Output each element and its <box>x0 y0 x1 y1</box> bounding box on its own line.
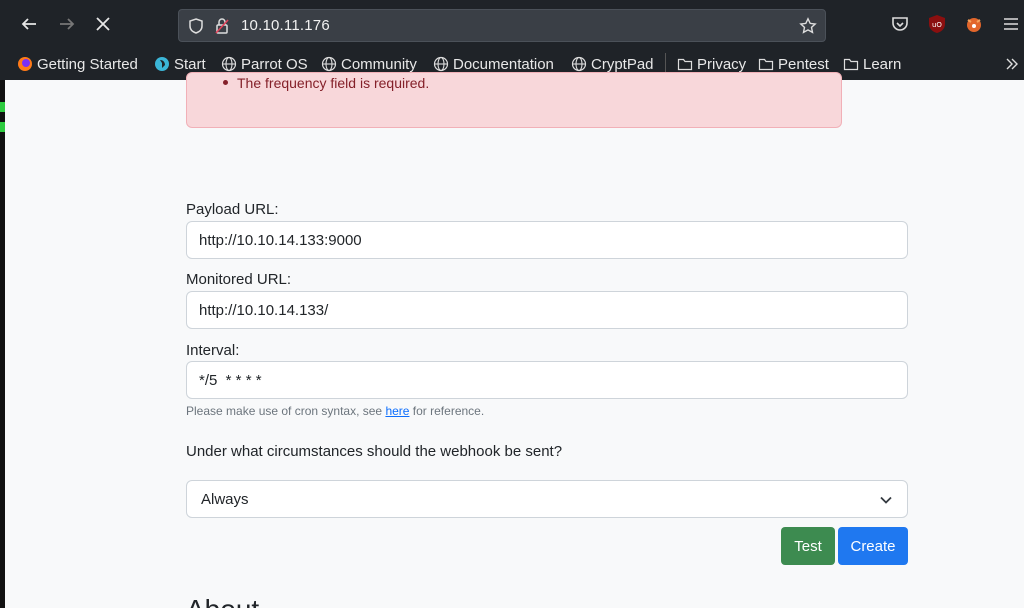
test-button[interactable]: Test <box>781 527 835 565</box>
foxyproxy-icon[interactable] <box>964 14 984 34</box>
forward-button[interactable] <box>55 12 79 36</box>
error-alert: The frequency field is required. <box>186 72 842 128</box>
url-text: 10.10.11.176 <box>241 17 330 34</box>
shield-icon <box>189 18 203 34</box>
stop-button[interactable] <box>91 12 115 36</box>
monitored-url-input[interactable] <box>186 291 908 329</box>
ublock-icon[interactable]: uO <box>927 14 947 34</box>
browser-toolbar: 10.10.11.176 uO <box>0 0 1024 48</box>
folder-icon <box>758 58 774 71</box>
terminal-edge <box>0 80 5 608</box>
bookmark-start[interactable]: Start <box>154 54 206 74</box>
bookmark-folder-privacy[interactable]: Privacy <box>677 54 746 74</box>
condition-select[interactable]: Always <box>186 480 908 518</box>
back-button[interactable] <box>17 12 41 36</box>
close-icon <box>96 17 110 31</box>
interval-help-text: Please make use of cron syntax, see here… <box>186 404 485 418</box>
folder-icon <box>843 58 859 71</box>
folder-icon <box>677 58 693 71</box>
star-icon[interactable] <box>799 17 817 35</box>
arrow-right-icon <box>60 18 75 30</box>
lock-warning-icon <box>215 18 229 34</box>
bookmark-community[interactable]: Community <box>321 54 417 74</box>
bookmark-getting-started[interactable]: Getting Started <box>17 54 138 74</box>
svg-text:uO: uO <box>932 21 942 29</box>
error-message: The frequency field is required. <box>222 75 430 91</box>
interval-input[interactable] <box>186 361 908 399</box>
payload-url-input[interactable] <box>186 221 908 259</box>
condition-label: Under what circumstances should the webh… <box>186 443 563 460</box>
monitored-url-label: Monitored URL: <box>186 271 292 288</box>
interval-label: Interval: <box>186 342 240 359</box>
pocket-icon[interactable] <box>890 14 910 34</box>
globe-icon <box>571 56 587 72</box>
create-button[interactable]: Create <box>838 527 908 565</box>
chevron-down-icon <box>880 496 892 504</box>
arrow-left-icon <box>21 18 36 30</box>
globe-icon <box>433 56 449 72</box>
chevron-double-right-icon[interactable] <box>1004 56 1020 72</box>
payload-url-label: Payload URL: <box>186 201 279 218</box>
menu-icon[interactable] <box>1001 14 1021 34</box>
address-bar[interactable]: 10.10.11.176 <box>178 9 826 42</box>
bookmark-folder-pentest[interactable]: Pentest <box>758 54 829 74</box>
firefox-icon <box>18 57 32 71</box>
globe-icon <box>321 56 337 72</box>
bookmark-documentation[interactable]: Documentation <box>433 54 554 74</box>
parrot-icon <box>155 57 169 71</box>
globe-icon <box>221 56 237 72</box>
condition-selected-value: Always <box>201 491 249 508</box>
browser-chrome: 10.10.11.176 uO Getting Started Start Pa… <box>0 0 1024 80</box>
about-heading: About <box>186 594 259 608</box>
bookmark-folder-learn[interactable]: Learn <box>843 54 901 74</box>
bookmark-cryptpad[interactable]: CryptPad <box>571 54 654 74</box>
cron-reference-link[interactable]: here <box>385 404 409 418</box>
bookmark-parrot-os[interactable]: Parrot OS <box>221 54 308 74</box>
